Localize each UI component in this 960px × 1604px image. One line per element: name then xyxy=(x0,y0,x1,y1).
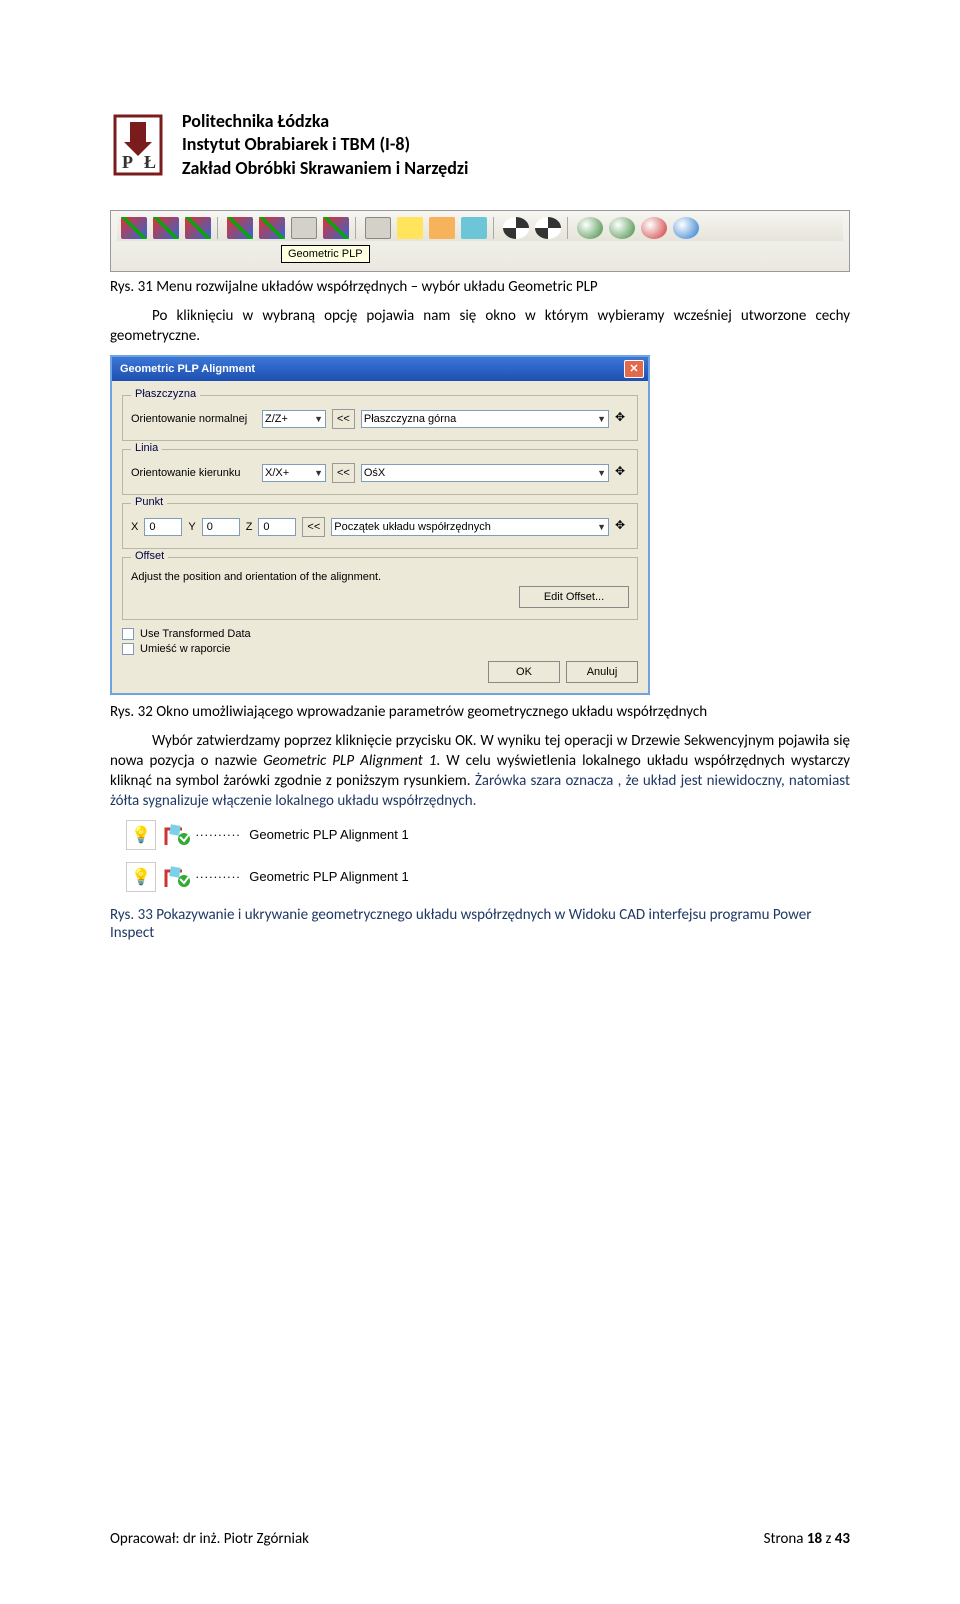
toolbar-separator xyxy=(355,217,359,239)
checkbox-use-transformed[interactable]: Use Transformed Data xyxy=(122,628,638,640)
align-icon-6 xyxy=(323,217,349,239)
dialog-title-text: Geometric PLP Alignment xyxy=(120,363,255,375)
svg-text:Ł: Ł xyxy=(144,152,156,172)
header-line-3: Zakład Obróbki Skrawaniem i Narzędzi xyxy=(182,157,468,180)
tree-connector: ·········· xyxy=(196,828,241,841)
label-z: Z xyxy=(246,521,253,533)
dropdown-origin[interactable]: Początek układu współrzędnych▼ xyxy=(331,518,609,536)
header-line-1: Politechnika Łódzka xyxy=(182,110,468,133)
university-logo: P Ł xyxy=(110,110,166,180)
input-z[interactable] xyxy=(258,518,296,536)
misc-icon-1 xyxy=(365,217,391,239)
open-icon xyxy=(291,217,317,239)
alignment-icon xyxy=(164,823,192,847)
pick-icon[interactable]: ✥ xyxy=(615,519,629,535)
group-offset-title: Offset xyxy=(131,550,168,562)
figure-31-caption: Rys. 31 Menu rozwijalne układów współrzę… xyxy=(110,278,850,296)
checker-icon-1 xyxy=(503,217,529,239)
footer-page: Strona 18 z 43 xyxy=(764,1530,850,1548)
group-plane: Płaszczyzna Orientowanie normalnej Z/Z+▼… xyxy=(122,395,638,441)
group-offset: Offset Adjust the position and orientati… xyxy=(122,557,638,620)
label-orient-dir: Orientowanie kierunku xyxy=(131,467,256,479)
geometric-plp-alignment-dialog: Geometric PLP Alignment ✕ Płaszczyzna Or… xyxy=(110,355,650,695)
tree-connector: ·········· xyxy=(196,870,241,883)
edit-offset-button[interactable]: Edit Offset... xyxy=(519,586,629,608)
button-back-point[interactable]: << xyxy=(302,517,325,537)
label-x: X xyxy=(131,521,138,533)
toolbar-separator xyxy=(567,217,571,239)
properties-icon xyxy=(429,217,455,239)
close-icon[interactable]: ✕ xyxy=(624,360,644,378)
paragraph-after-fig31: Po kliknięciu w wybraną opcję pojawia na… xyxy=(110,306,850,347)
tree-item-label: Geometric PLP Alignment 1 xyxy=(249,827,408,842)
ok-button[interactable]: OK xyxy=(488,661,560,683)
toolbar-separator xyxy=(217,217,221,239)
dropdown-xx[interactable]: X/X+▼ xyxy=(262,464,326,482)
cancel-button[interactable]: Anuluj xyxy=(566,661,638,683)
label-y: Y xyxy=(188,521,195,533)
input-y[interactable] xyxy=(202,518,240,536)
offset-description: Adjust the position and orientation of t… xyxy=(131,571,381,583)
document-header: P Ł Politechnika Łódzka Instytut Obrabia… xyxy=(110,110,850,180)
label-orient-normal: Orientowanie normalnej xyxy=(131,413,256,425)
align-icon-5 xyxy=(259,217,285,239)
bulb-on-icon[interactable]: 💡 xyxy=(126,862,156,892)
svg-text:P: P xyxy=(122,152,133,172)
tree-item-label: Geometric PLP Alignment 1 xyxy=(249,869,408,884)
toolbar-separator xyxy=(493,217,497,239)
dropdown-zz[interactable]: Z/Z+▼ xyxy=(262,410,326,428)
bulb-off-icon[interactable]: 💡 xyxy=(126,820,156,850)
figure-33-caption: Rys. 33 Pokazywanie i ukrywanie geometry… xyxy=(110,906,850,942)
align-icon-4 xyxy=(227,217,253,239)
dropdown-axis-x[interactable]: OśX▼ xyxy=(361,464,609,482)
align-icon-1 xyxy=(121,217,147,239)
pick-icon[interactable]: ✥ xyxy=(615,411,629,427)
page-footer: Opracował: dr inż. Piotr Zgórniak Strona… xyxy=(110,1530,850,1548)
alignment-icon xyxy=(164,865,192,889)
sheet-icon xyxy=(461,217,487,239)
group-plane-title: Płaszczyzna xyxy=(131,388,200,400)
button-back-plane[interactable]: << xyxy=(332,409,355,429)
group-point: Punkt X Y Z << Początek układu współrzęd… xyxy=(122,503,638,549)
sphere-icon-red xyxy=(641,217,667,239)
sphere-icon-blue xyxy=(673,217,699,239)
footer-author: Opracował: dr inż. Piotr Zgórniak xyxy=(110,1530,309,1548)
group-point-title: Punkt xyxy=(131,496,167,508)
tree-item-hidden: 💡 ·········· Geometric PLP Alignment 1 xyxy=(126,820,850,850)
sphere-icon-green-2 xyxy=(609,217,635,239)
sphere-icon-green xyxy=(577,217,603,239)
toolbar-tooltip: Geometric PLP xyxy=(281,245,370,263)
button-back-line[interactable]: << xyxy=(332,463,355,483)
group-line-title: Linia xyxy=(131,442,162,454)
header-line-2: Instytut Obrabiarek i TBM (I-8) xyxy=(182,133,468,156)
group-line: Linia Orientowanie kierunku X/X+▼ << OśX… xyxy=(122,449,638,495)
align-icon-2 xyxy=(153,217,179,239)
figure-32-caption: Rys. 32 Okno umożliwiającego wprowadzani… xyxy=(110,703,850,721)
figure-31-toolbar-screenshot: Geometric PLP xyxy=(110,210,850,272)
tree-item-visible: 💡 ·········· Geometric PLP Alignment 1 xyxy=(126,862,850,892)
folder-icon xyxy=(397,217,423,239)
input-x[interactable] xyxy=(144,518,182,536)
checkbox-put-in-report[interactable]: Umieść w raporcie xyxy=(122,643,638,655)
checker-icon-2 xyxy=(535,217,561,239)
align-icon-3 xyxy=(185,217,211,239)
pick-icon[interactable]: ✥ xyxy=(615,465,629,481)
paragraph-after-fig32: Wybór zatwierdzamy poprzez kliknięcie pr… xyxy=(110,731,850,812)
dialog-titlebar: Geometric PLP Alignment ✕ xyxy=(112,357,648,381)
dropdown-plane-top[interactable]: Płaszczyzna górna▼ xyxy=(361,410,609,428)
